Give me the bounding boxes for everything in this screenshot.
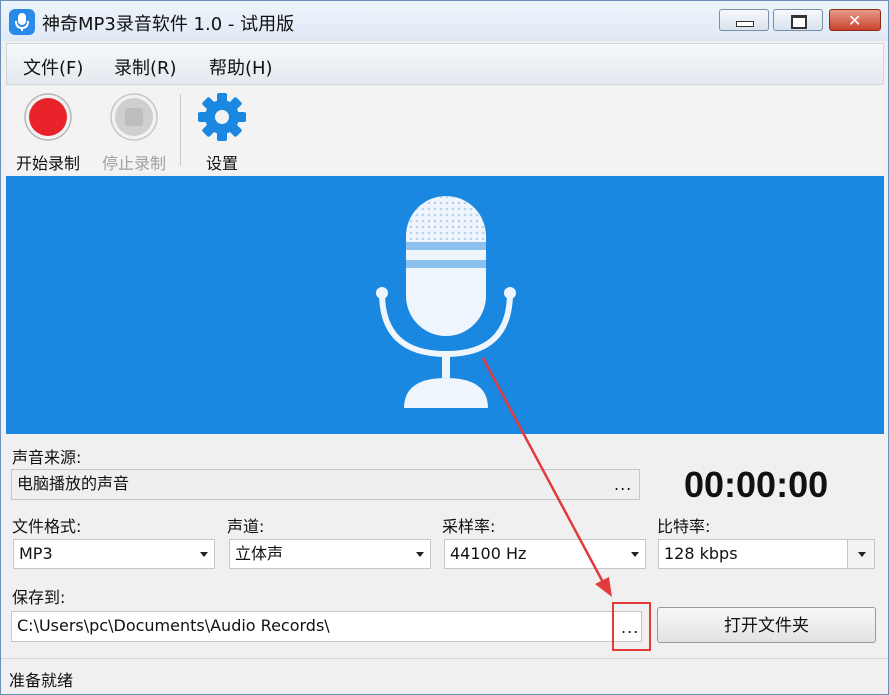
minimize-icon — [736, 21, 754, 27]
menu-bar: 文件(F) 录制(R) 帮助(H) — [6, 43, 884, 85]
channel-value: 立体声 — [235, 544, 284, 563]
chevron-down-icon — [858, 552, 866, 557]
close-button[interactable]: ✕ — [829, 9, 881, 31]
recording-timer: 00:00:00 — [684, 464, 829, 505]
saveto-value: C:\Users\pc\Documents\Audio Records\ — [17, 616, 330, 635]
source-field[interactable]: 电脑播放的声音 — [11, 469, 640, 500]
format-label: 文件格式: — [12, 517, 82, 536]
format-value: MP3 — [19, 544, 53, 563]
source-label: 声音来源: — [12, 448, 82, 467]
window-title: 神奇MP3录音软件 1.0 - 试用版 — [42, 14, 295, 35]
chevron-down-icon — [416, 552, 424, 557]
close-icon: ✕ — [848, 11, 862, 30]
microphone-icon — [376, 196, 516, 408]
menu-file[interactable]: 文件(F) — [23, 54, 83, 80]
start-record-label: 开始录制 — [15, 154, 80, 173]
maximize-icon — [791, 15, 807, 29]
source-value: 电脑播放的声音 — [17, 474, 130, 493]
source-browse-button[interactable]: ... — [614, 475, 632, 494]
bitrate-value: 128 kbps — [664, 544, 738, 563]
app-window: 神奇MP3录音软件 1.0 - 试用版 ✕ 文件(F) 录制(R) 帮助(H) … — [0, 0, 889, 695]
settings-button[interactable]: 设置 — [192, 92, 252, 173]
channel-label: 声道: — [227, 517, 265, 536]
channel-select[interactable]: 立体声 — [229, 539, 431, 569]
bitrate-select[interactable]: 128 kbps — [658, 539, 875, 569]
stop-record-label: 停止录制 — [101, 154, 166, 173]
stop-record-button[interactable]: 停止录制 — [96, 92, 172, 173]
bitrate-label: 比特率: — [657, 517, 711, 536]
menu-record[interactable]: 录制(R) — [114, 54, 177, 80]
app-logo-icon — [9, 9, 35, 35]
record-icon — [24, 93, 72, 141]
saveto-label: 保存到: — [12, 588, 66, 607]
bitrate-dropdown-button[interactable] — [847, 540, 874, 568]
toolbar: 开始录制 停止录制 设置 — [6, 86, 884, 173]
format-select[interactable]: MP3 — [13, 539, 215, 569]
chevron-down-icon — [200, 552, 208, 557]
status-text: 准备就绪 — [9, 671, 74, 690]
maximize-button[interactable] — [773, 9, 823, 31]
minimize-button[interactable] — [719, 9, 769, 31]
gear-icon — [198, 93, 246, 141]
chevron-down-icon — [631, 552, 639, 557]
microphone-panel — [6, 176, 884, 434]
annotation-highlight-box — [612, 602, 651, 651]
settings-label: 设置 — [205, 154, 238, 173]
samplerate-select[interactable]: 44100 Hz — [444, 539, 646, 569]
toolbar-divider — [180, 94, 181, 166]
samplerate-label: 采样率: — [442, 517, 496, 536]
samplerate-value: 44100 Hz — [450, 544, 527, 563]
menu-help[interactable]: 帮助(H) — [209, 54, 273, 80]
open-folder-button[interactable]: 打开文件夹 — [657, 607, 876, 643]
saveto-field[interactable]: C:\Users\pc\Documents\Audio Records\ — [11, 611, 642, 642]
status-bar: 准备就绪 — [1, 658, 888, 694]
title-bar[interactable]: 神奇MP3录音软件 1.0 - 试用版 ✕ — [1, 1, 888, 41]
stop-icon — [110, 93, 158, 141]
start-record-button[interactable]: 开始录制 — [10, 92, 86, 173]
